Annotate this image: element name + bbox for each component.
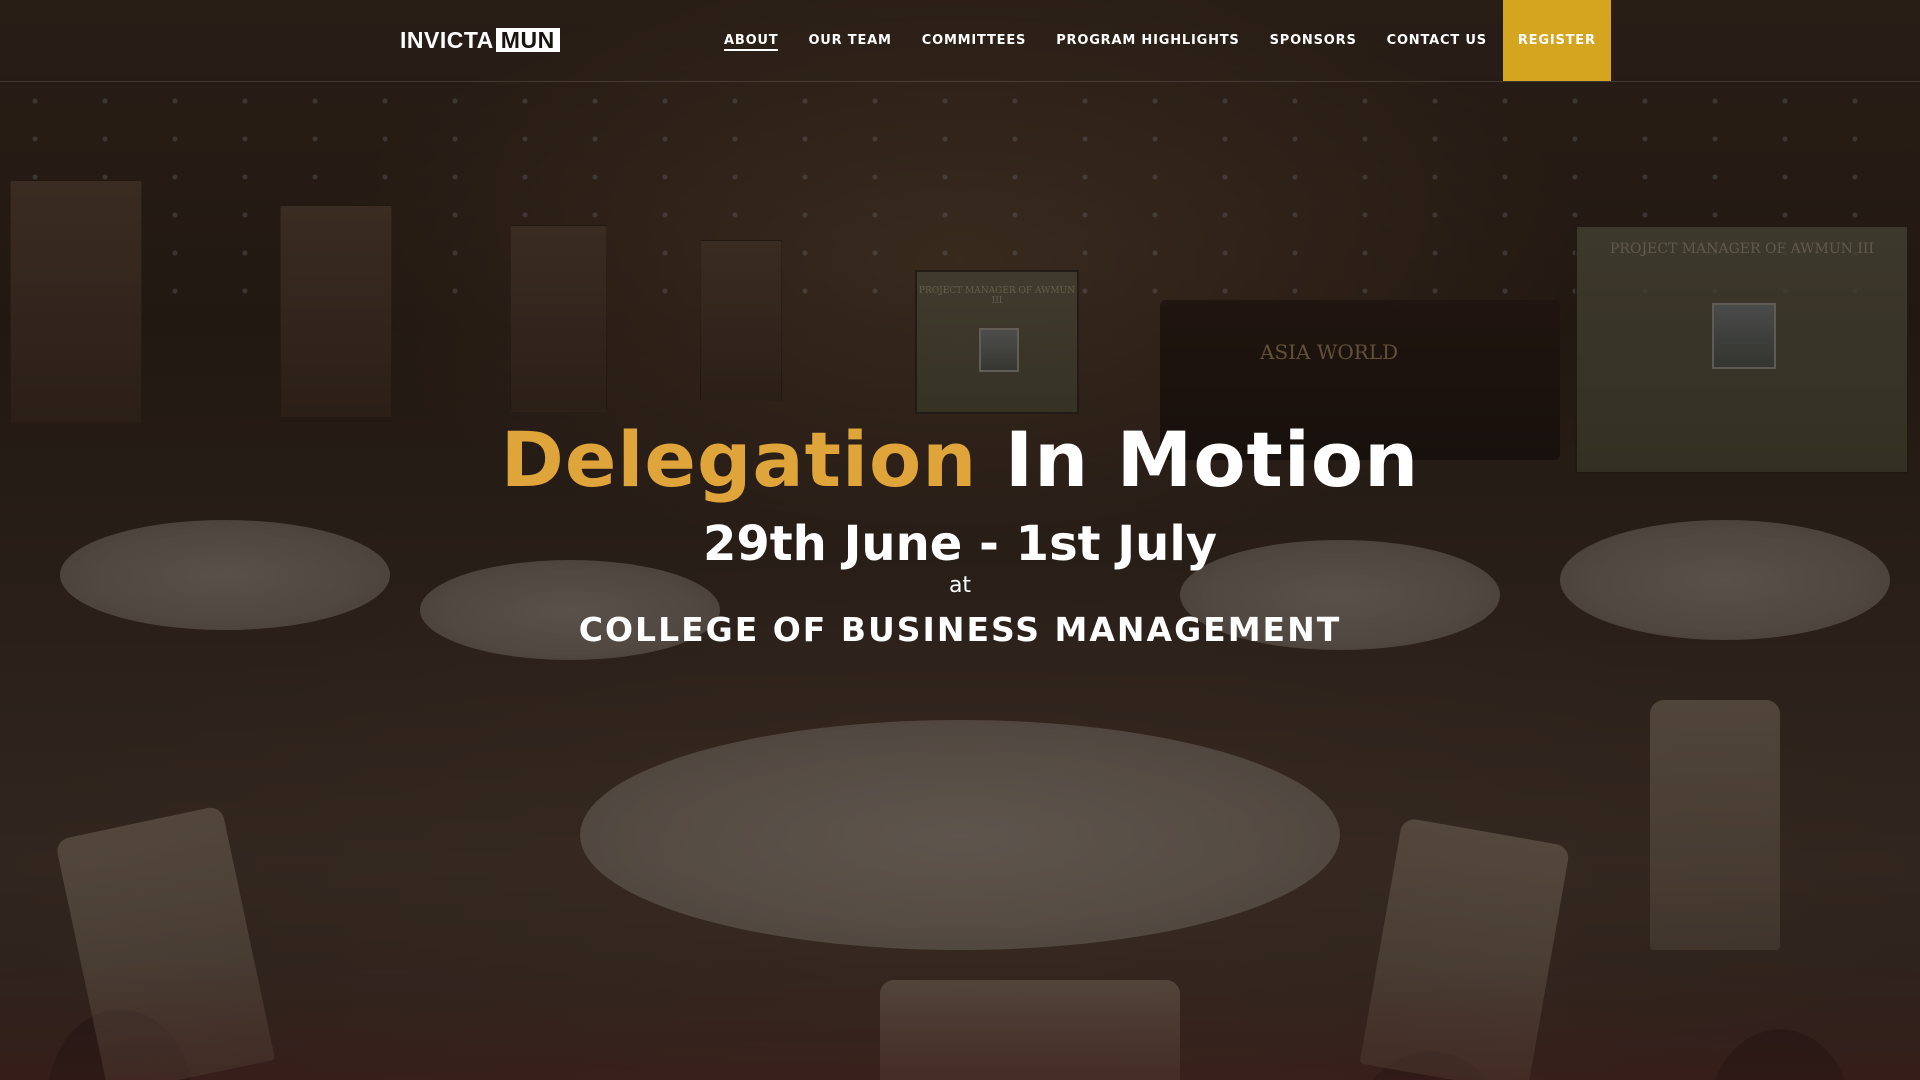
nav-item-committees[interactable]: COMMITTEES: [907, 0, 1041, 81]
logo-text-invicta: INVICTA: [400, 27, 494, 53]
logo-text-mun: MUN: [495, 28, 560, 52]
nav-item-contact-us[interactable]: CONTACT US: [1372, 0, 1502, 81]
navbar: INVICTA MUN ABOUT OUR TEAM COMMITTEES PR…: [0, 0, 1920, 82]
hero-content: Delegation In Motion 29th June - 1st Jul…: [0, 410, 1920, 652]
headline-accent-word: Delegation: [500, 415, 978, 504]
nav-item-program-highlights[interactable]: PROGRAM HIGHLIGHTS: [1041, 0, 1254, 81]
hero-headline: Delegation In Motion: [0, 410, 1920, 510]
hero-section: PROJECT MANAGER OF AWMUN III ASIA WORLD …: [0, 0, 1920, 1080]
event-venue: COLLEGE OF BUSINESS MANAGEMENT: [578, 610, 1342, 649]
event-dates: 29th June - 1st July: [702, 516, 1218, 572]
nav-item-our-team[interactable]: OUR TEAM: [793, 0, 906, 81]
nav-item-about[interactable]: ABOUT: [709, 0, 793, 81]
main-nav: ABOUT OUR TEAM COMMITTEES PROGRAM HIGHLI…: [709, 0, 1611, 81]
headline-rest: In Motion: [1004, 415, 1420, 504]
register-button[interactable]: REGISTER: [1502, 0, 1611, 81]
site-logo[interactable]: INVICTA MUN: [400, 28, 560, 52]
nav-item-sponsors[interactable]: SPONSORS: [1255, 0, 1372, 81]
venue-connector: at: [948, 573, 972, 598]
